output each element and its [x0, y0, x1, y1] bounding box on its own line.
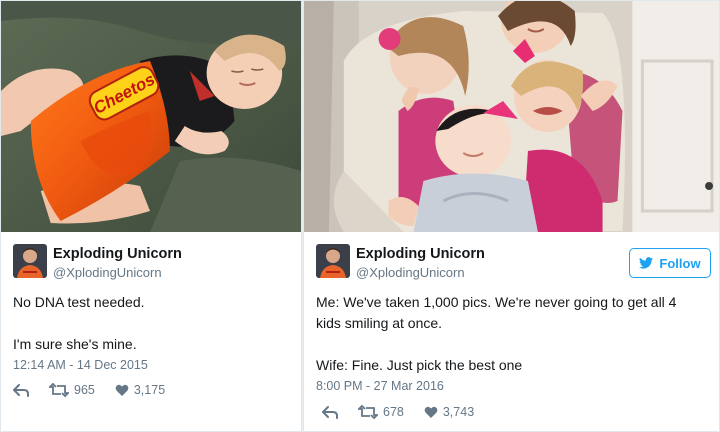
tweet-text-line: No DNA test needed.	[13, 294, 145, 310]
tweet-text-line: I'm sure she's mine.	[13, 336, 137, 352]
like-count: 3,175	[133, 383, 166, 397]
four-kids-photo	[304, 1, 719, 232]
tweet-photo-four-kids[interactable]	[304, 1, 719, 232]
tweet-photo-sleeping-toddler[interactable]: Cheetos	[1, 1, 301, 232]
tweet-card-left: Cheetos Exploding Unicorn @XplodingUnico…	[0, 0, 302, 432]
user-avatar[interactable]	[316, 244, 350, 278]
tweet-header: Exploding Unicorn @XplodingUnicorn Follo…	[304, 244, 719, 290]
retweet-count: 678	[383, 405, 404, 419]
display-name[interactable]: Exploding Unicorn	[53, 246, 182, 262]
reply-icon	[322, 406, 338, 419]
follow-button[interactable]: Follow	[629, 248, 711, 278]
tweet-timestamp[interactable]: 8:00 PM - 27 Mar 2016	[316, 379, 444, 393]
tweet-collage: Cheetos Exploding Unicorn @XplodingUnico…	[0, 0, 720, 432]
reply-button[interactable]	[13, 383, 29, 397]
retweet-button[interactable]: 965	[49, 383, 95, 397]
like-count: 3,743	[442, 405, 475, 419]
retweet-button[interactable]: 678	[358, 405, 404, 419]
tweet-header: Exploding Unicorn @XplodingUnicorn	[1, 244, 301, 290]
follow-label: Follow	[659, 255, 701, 271]
display-name[interactable]: Exploding Unicorn	[356, 246, 485, 262]
retweet-count: 965	[74, 383, 95, 397]
like-button[interactable]: 3,743	[424, 405, 474, 419]
retweet-icon	[358, 405, 378, 419]
user-handle[interactable]: @XplodingUnicorn	[356, 265, 465, 280]
tweet-actions: 965 3,175	[13, 383, 165, 397]
tweet-text-line: Wife: Fine. Just pick the best one	[316, 357, 523, 373]
tweet-card-right: Exploding Unicorn @XplodingUnicorn Follo…	[303, 0, 720, 432]
heart-icon	[424, 406, 438, 418]
reply-button[interactable]	[322, 405, 338, 419]
like-button[interactable]: 3,175	[115, 383, 165, 397]
reply-icon	[13, 384, 29, 397]
heart-icon	[115, 384, 129, 396]
retweet-icon	[49, 383, 69, 397]
user-avatar[interactable]	[13, 244, 47, 278]
tweet-text-line: Me: We've taken 1,000 pics. We're never …	[316, 294, 677, 310]
twitter-bird-icon	[639, 257, 654, 269]
tweet-actions: 678 3,743	[322, 405, 474, 419]
sleeping-toddler-photo: Cheetos	[1, 1, 301, 232]
tweet-text-line: kids smiling at once.	[316, 315, 443, 331]
tweet-timestamp[interactable]: 12:14 AM - 14 Dec 2015	[13, 358, 148, 372]
user-handle[interactable]: @XplodingUnicorn	[53, 265, 162, 280]
